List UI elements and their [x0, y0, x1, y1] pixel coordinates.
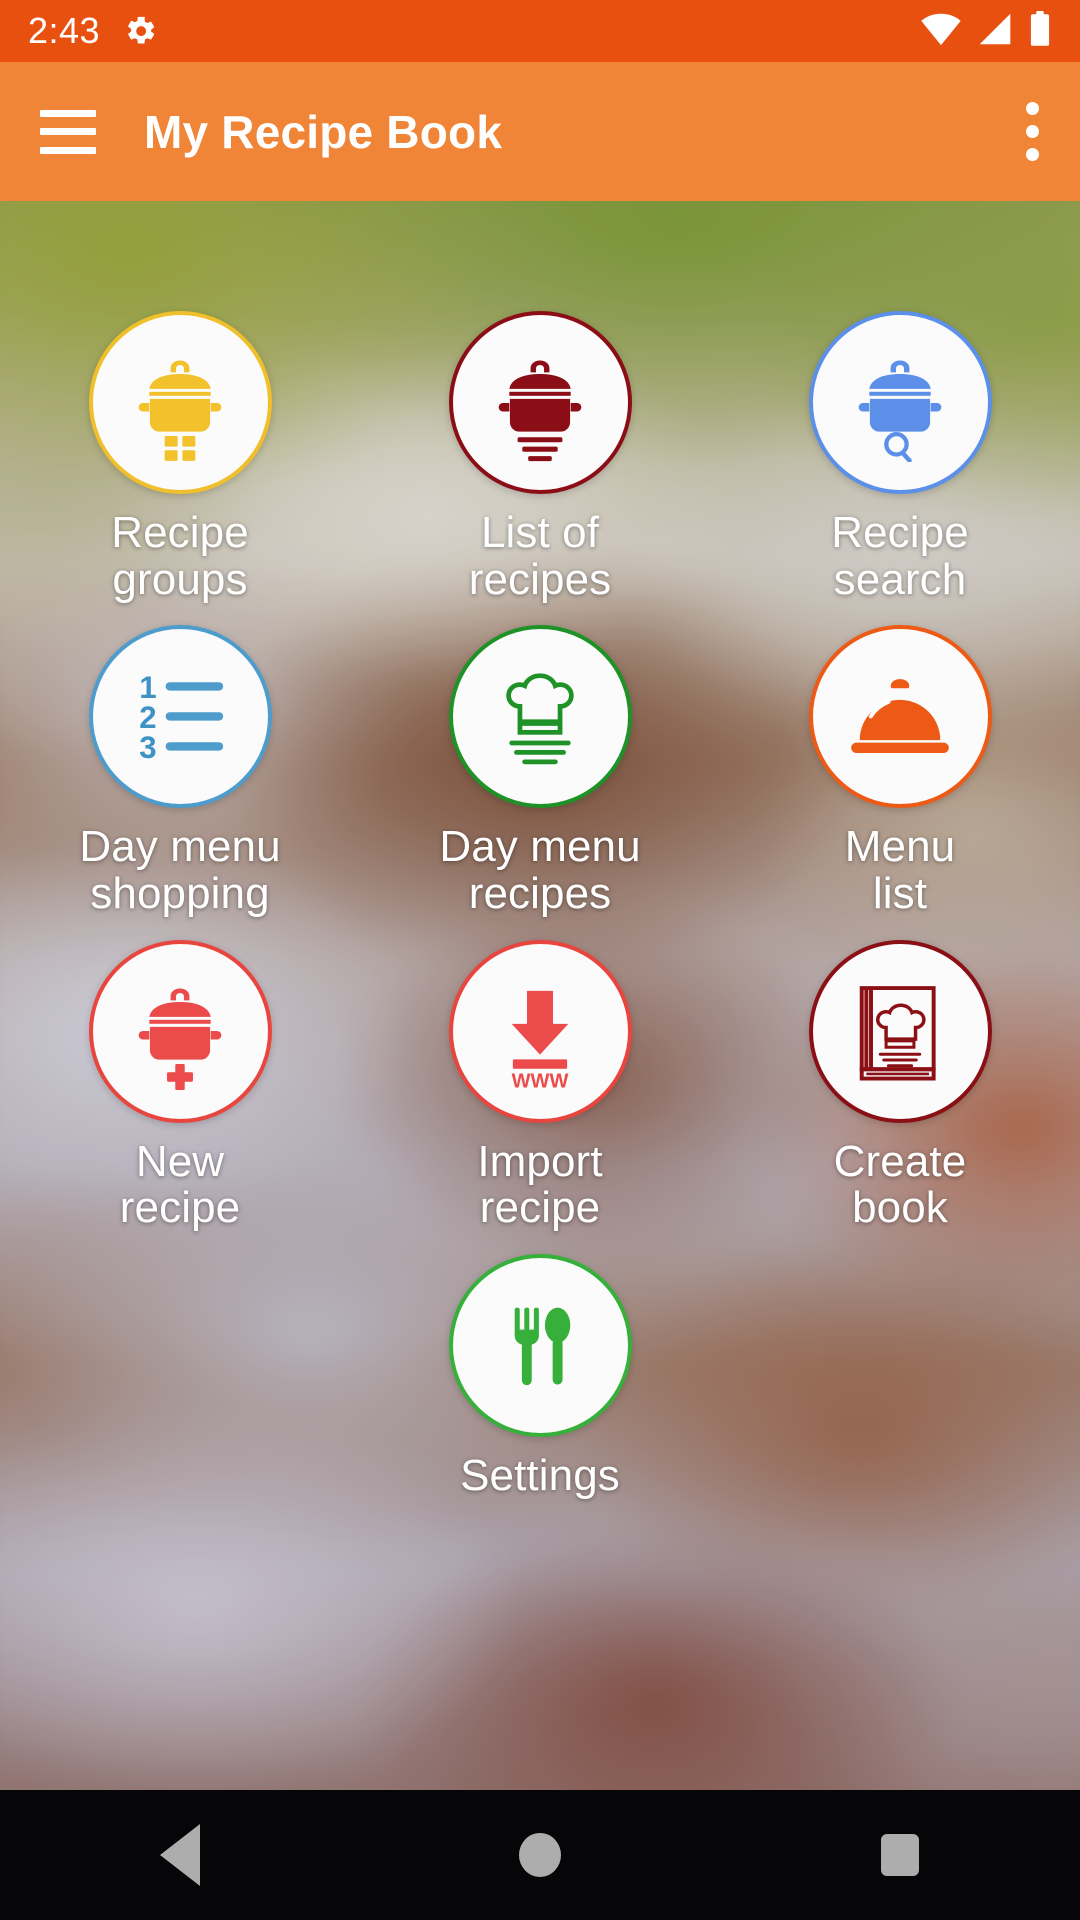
pot-with-lines-icon — [448, 311, 632, 494]
cloche-serving-dome-icon — [808, 625, 992, 809]
status-clock: 2:43 — [28, 10, 101, 51]
home-icon-grid: Recipe groups List of recipes Recipe sea… — [0, 201, 1080, 1790]
status-icons — [920, 10, 1052, 53]
tile-recipe-groups[interactable]: Recipe groups — [0, 311, 360, 625]
android-navigation-bar — [0, 1790, 1080, 1920]
battery-icon — [1028, 10, 1052, 53]
app-bar: My Recipe Book — [0, 62, 1080, 201]
recents-square-icon[interactable] — [810, 1790, 990, 1920]
recipe-book-icon — [808, 939, 992, 1123]
tile-day-menu-shopping[interactable]: 1 2 3 Day menu shopping — [0, 625, 360, 939]
tile-import-recipe[interactable]: WWW Import recipe — [360, 939, 720, 1254]
tile-label: Menu list — [844, 822, 956, 918]
tile-menu-list[interactable]: Menu list — [720, 625, 1080, 939]
pot-with-search-icon — [808, 311, 992, 494]
tile-recipe-search[interactable]: Recipe search — [720, 311, 1080, 625]
download-www-icon: WWW — [448, 939, 632, 1123]
tile-label: Recipe search — [831, 508, 969, 604]
wifi-icon — [920, 12, 962, 51]
tile-label: Import recipe — [477, 1136, 603, 1233]
tile-label: Create book — [833, 1136, 967, 1233]
numbered-list-icon: 1 2 3 — [88, 625, 272, 809]
svg-text:3: 3 — [139, 730, 156, 765]
tile-label: Day menu recipes — [439, 822, 641, 918]
tile-label: Settings — [460, 1450, 620, 1500]
more-vertical-icon[interactable] — [1024, 102, 1040, 161]
www-label: WWW — [512, 1071, 569, 1090]
cellular-signal-icon — [976, 12, 1014, 51]
tile-label: Recipe groups — [111, 508, 249, 604]
tile-day-menu-recipes[interactable]: Day menu recipes — [360, 625, 720, 939]
pot-with-grid-icon — [88, 311, 272, 494]
tile-create-book[interactable]: Create book — [720, 939, 1080, 1254]
grid-row: Settings — [0, 1253, 1080, 1522]
back-triangle-icon[interactable] — [90, 1790, 270, 1920]
tile-settings[interactable]: Settings — [0, 1253, 1080, 1522]
phone-screen: 2:43 My Recipe Book Recipe groups List o… — [0, 0, 1080, 1920]
grid-row: Recipe groups List of recipes Recipe sea… — [0, 311, 1080, 625]
status-bar: 2:43 — [0, 0, 1080, 62]
tile-label: New recipe — [119, 1136, 241, 1233]
grid-row: 1 2 3 Day menu shopping Day menu recipes… — [0, 625, 1080, 939]
home-circle-icon[interactable] — [450, 1790, 630, 1920]
grid-row: New recipe WWW Import recipe Create book — [0, 939, 1080, 1254]
fork-and-spoon-icon — [448, 1253, 632, 1437]
hamburger-menu-icon[interactable] — [40, 109, 96, 154]
tile-list-of-recipes[interactable]: List of recipes — [360, 311, 720, 625]
page-title: My Recipe Book — [144, 105, 503, 158]
tile-label: Day menu shopping — [79, 822, 281, 918]
pot-with-plus-icon — [88, 939, 272, 1123]
gear-icon — [124, 14, 158, 48]
chef-hat-with-lines-icon — [448, 625, 632, 809]
tile-new-recipe[interactable]: New recipe — [0, 939, 360, 1254]
tile-label: List of recipes — [468, 508, 612, 604]
